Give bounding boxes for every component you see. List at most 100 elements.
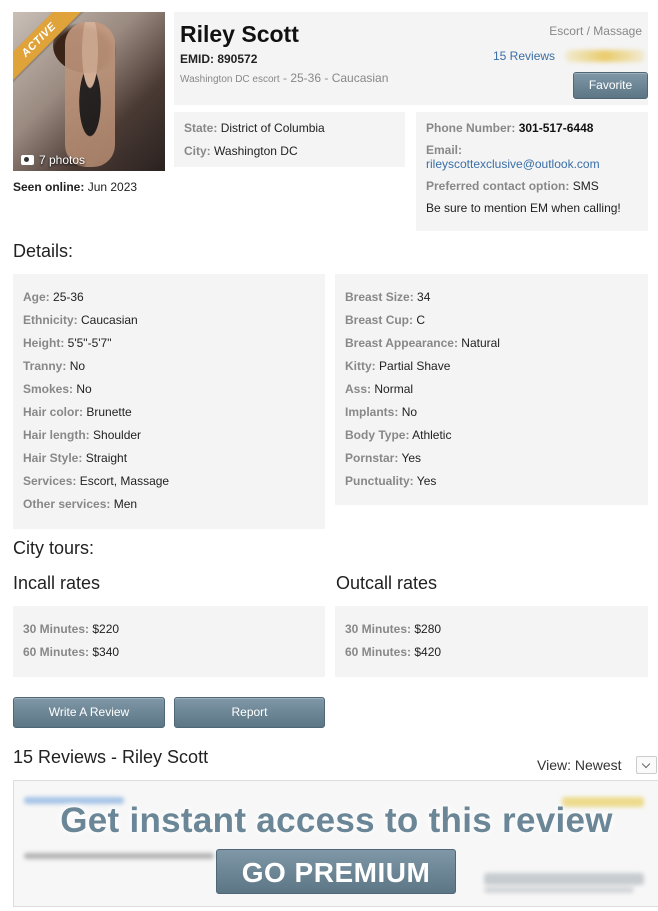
go-premium-button[interactable]: GO PREMIUM: [216, 849, 456, 894]
detail-row: Kitty: Partial Shave: [345, 359, 638, 373]
photo-figure: [65, 22, 115, 167]
detail-value: Athletic: [412, 428, 452, 442]
detail-row: Hair Style: Straight: [23, 451, 315, 465]
detail-label: Body Type:: [345, 428, 410, 442]
rate-value: $420: [414, 645, 442, 659]
detail-value: No: [69, 359, 86, 373]
report-button[interactable]: Report: [174, 697, 325, 728]
detail-row: Breast Appearance: Natural: [345, 336, 638, 350]
detail-row: Body Type: Athletic: [345, 428, 638, 442]
details-left-panel: Age: 25-36 Ethnicity: Caucasian Height: …: [13, 274, 325, 529]
detail-row: Breast Size: 34: [345, 290, 638, 304]
rate-label: 30 Minutes:: [23, 622, 90, 636]
detail-label: Ethnicity:: [23, 313, 78, 327]
detail-label: Implants:: [345, 405, 399, 419]
contact-note: Be sure to mention EM when calling!: [426, 201, 621, 215]
detail-row: Height: 5'5"-5'7": [23, 336, 315, 350]
reviews-link[interactable]: 15 Reviews: [493, 49, 555, 63]
detail-row: Other services: Men: [23, 497, 315, 511]
contact-panel: Phone Number: 301-517-6448 Email: rileys…: [416, 112, 648, 231]
detail-row: Implants: No: [345, 405, 638, 419]
premium-promo-text: Get instant access to this review: [60, 801, 613, 840]
rate-label: 60 Minutes:: [345, 645, 412, 659]
rate-row: 60 Minutes: $340: [23, 645, 315, 659]
rate-row: 60 Minutes: $420: [345, 645, 638, 659]
profile-photo[interactable]: ACTIVE 7 photos: [13, 12, 165, 171]
detail-row: Ethnicity: Caucasian: [23, 313, 315, 327]
detail-value: Natural: [461, 336, 500, 350]
detail-value: Partial Shave: [379, 359, 451, 373]
detail-label: Smokes:: [23, 382, 74, 396]
detail-row: Ass: Normal: [345, 382, 638, 396]
outcall-rates-title: Outcall rates: [336, 573, 438, 593]
detail-label: Pornstar:: [345, 451, 399, 465]
detail-value: Men: [113, 497, 138, 511]
preferred-contact-label: Preferred contact option:: [426, 179, 570, 193]
rate-row: 30 Minutes: $220: [23, 622, 315, 636]
rating-stars-blurred: [565, 50, 645, 62]
location-panel: State: District of Columbia City: Washin…: [174, 112, 405, 167]
profile-subline: Washington DC escort - 25-36 - Caucasian: [180, 71, 388, 85]
detail-row: Hair color: Brunette: [23, 405, 315, 419]
blurred-text: [24, 853, 214, 859]
detail-label: Hair length:: [23, 428, 90, 442]
detail-label: Hair color:: [23, 405, 84, 419]
detail-row: Services: Escort, Massage: [23, 474, 315, 488]
locked-review: Get instant access to this review GO PRE…: [13, 780, 658, 907]
photo-count-label: 7 photos: [39, 153, 86, 167]
detail-row: Breast Cup: C: [345, 313, 638, 327]
detail-value: Normal: [374, 382, 414, 396]
email-link[interactable]: rileyscottexclusive@outlook.com: [426, 157, 638, 171]
detail-label: Breast Size:: [345, 290, 414, 304]
view-sort-label[interactable]: View: Newest: [537, 757, 622, 773]
city-value: Washington DC: [214, 144, 298, 158]
detail-value: No: [76, 382, 92, 396]
email-label: Email:: [426, 143, 463, 157]
seen-online-value: Jun 2023: [87, 180, 138, 194]
city-label: City:: [184, 144, 211, 158]
detail-value: Shoulder: [93, 428, 142, 442]
detail-row: Pornstar: Yes: [345, 451, 638, 465]
outcall-rates-panel: 30 Minutes: $280 60 Minutes: $420: [335, 606, 648, 677]
detail-value: Escort, Massage: [79, 474, 170, 488]
favorite-button[interactable]: Favorite: [573, 72, 648, 99]
detail-label: Services:: [23, 474, 77, 488]
rate-row: 30 Minutes: $280: [345, 622, 638, 636]
rate-value: $220: [92, 622, 120, 636]
state-value: District of Columbia: [220, 121, 325, 135]
profile-name: Riley Scott: [180, 21, 299, 47]
detail-row: Tranny: No: [23, 359, 315, 373]
detail-row: Age: 25-36: [23, 290, 315, 304]
detail-row: Hair length: Shoulder: [23, 428, 315, 442]
detail-label: Breast Appearance:: [345, 336, 458, 350]
detail-value: 34: [417, 290, 431, 304]
profile-category: Escort / Massage: [549, 24, 642, 38]
detail-value: No: [401, 405, 418, 419]
chevron-down-icon[interactable]: [636, 756, 657, 774]
rate-value: $280: [414, 622, 442, 636]
detail-label: Breast Cup:: [345, 313, 414, 327]
profile-emid: EMID: 890572: [180, 52, 258, 66]
state-label: State:: [184, 121, 218, 135]
detail-value: 25-36: [53, 290, 84, 304]
incall-rates-title: Incall rates: [13, 573, 101, 593]
detail-label: Hair Style:: [23, 451, 83, 465]
detail-value: Caucasian: [81, 313, 138, 327]
seen-online-label: Seen online:: [13, 180, 85, 194]
detail-label: Punctuality:: [345, 474, 414, 488]
profile-subline-location: Washington DC escort: [180, 74, 280, 85]
detail-value: Yes: [401, 451, 422, 465]
photo-count[interactable]: 7 photos: [21, 153, 85, 167]
rate-label: 60 Minutes:: [23, 645, 90, 659]
profile-subline-meta: - 25-36 - Caucasian: [279, 71, 389, 85]
preferred-contact-row: Preferred contact option: SMS: [426, 179, 638, 193]
details-right-panel: Breast Size: 34 Breast Cup: C Breast App…: [335, 274, 648, 505]
phone-value[interactable]: 301-517-6448: [519, 121, 594, 135]
city-tours-title: City tours:: [13, 538, 95, 558]
rate-label: 30 Minutes:: [345, 622, 412, 636]
detail-row: Punctuality: Yes: [345, 474, 638, 488]
rate-value: $340: [92, 645, 120, 659]
detail-label: Height:: [23, 336, 65, 350]
write-review-button[interactable]: Write A Review: [13, 697, 165, 728]
detail-value: Brunette: [86, 405, 132, 419]
